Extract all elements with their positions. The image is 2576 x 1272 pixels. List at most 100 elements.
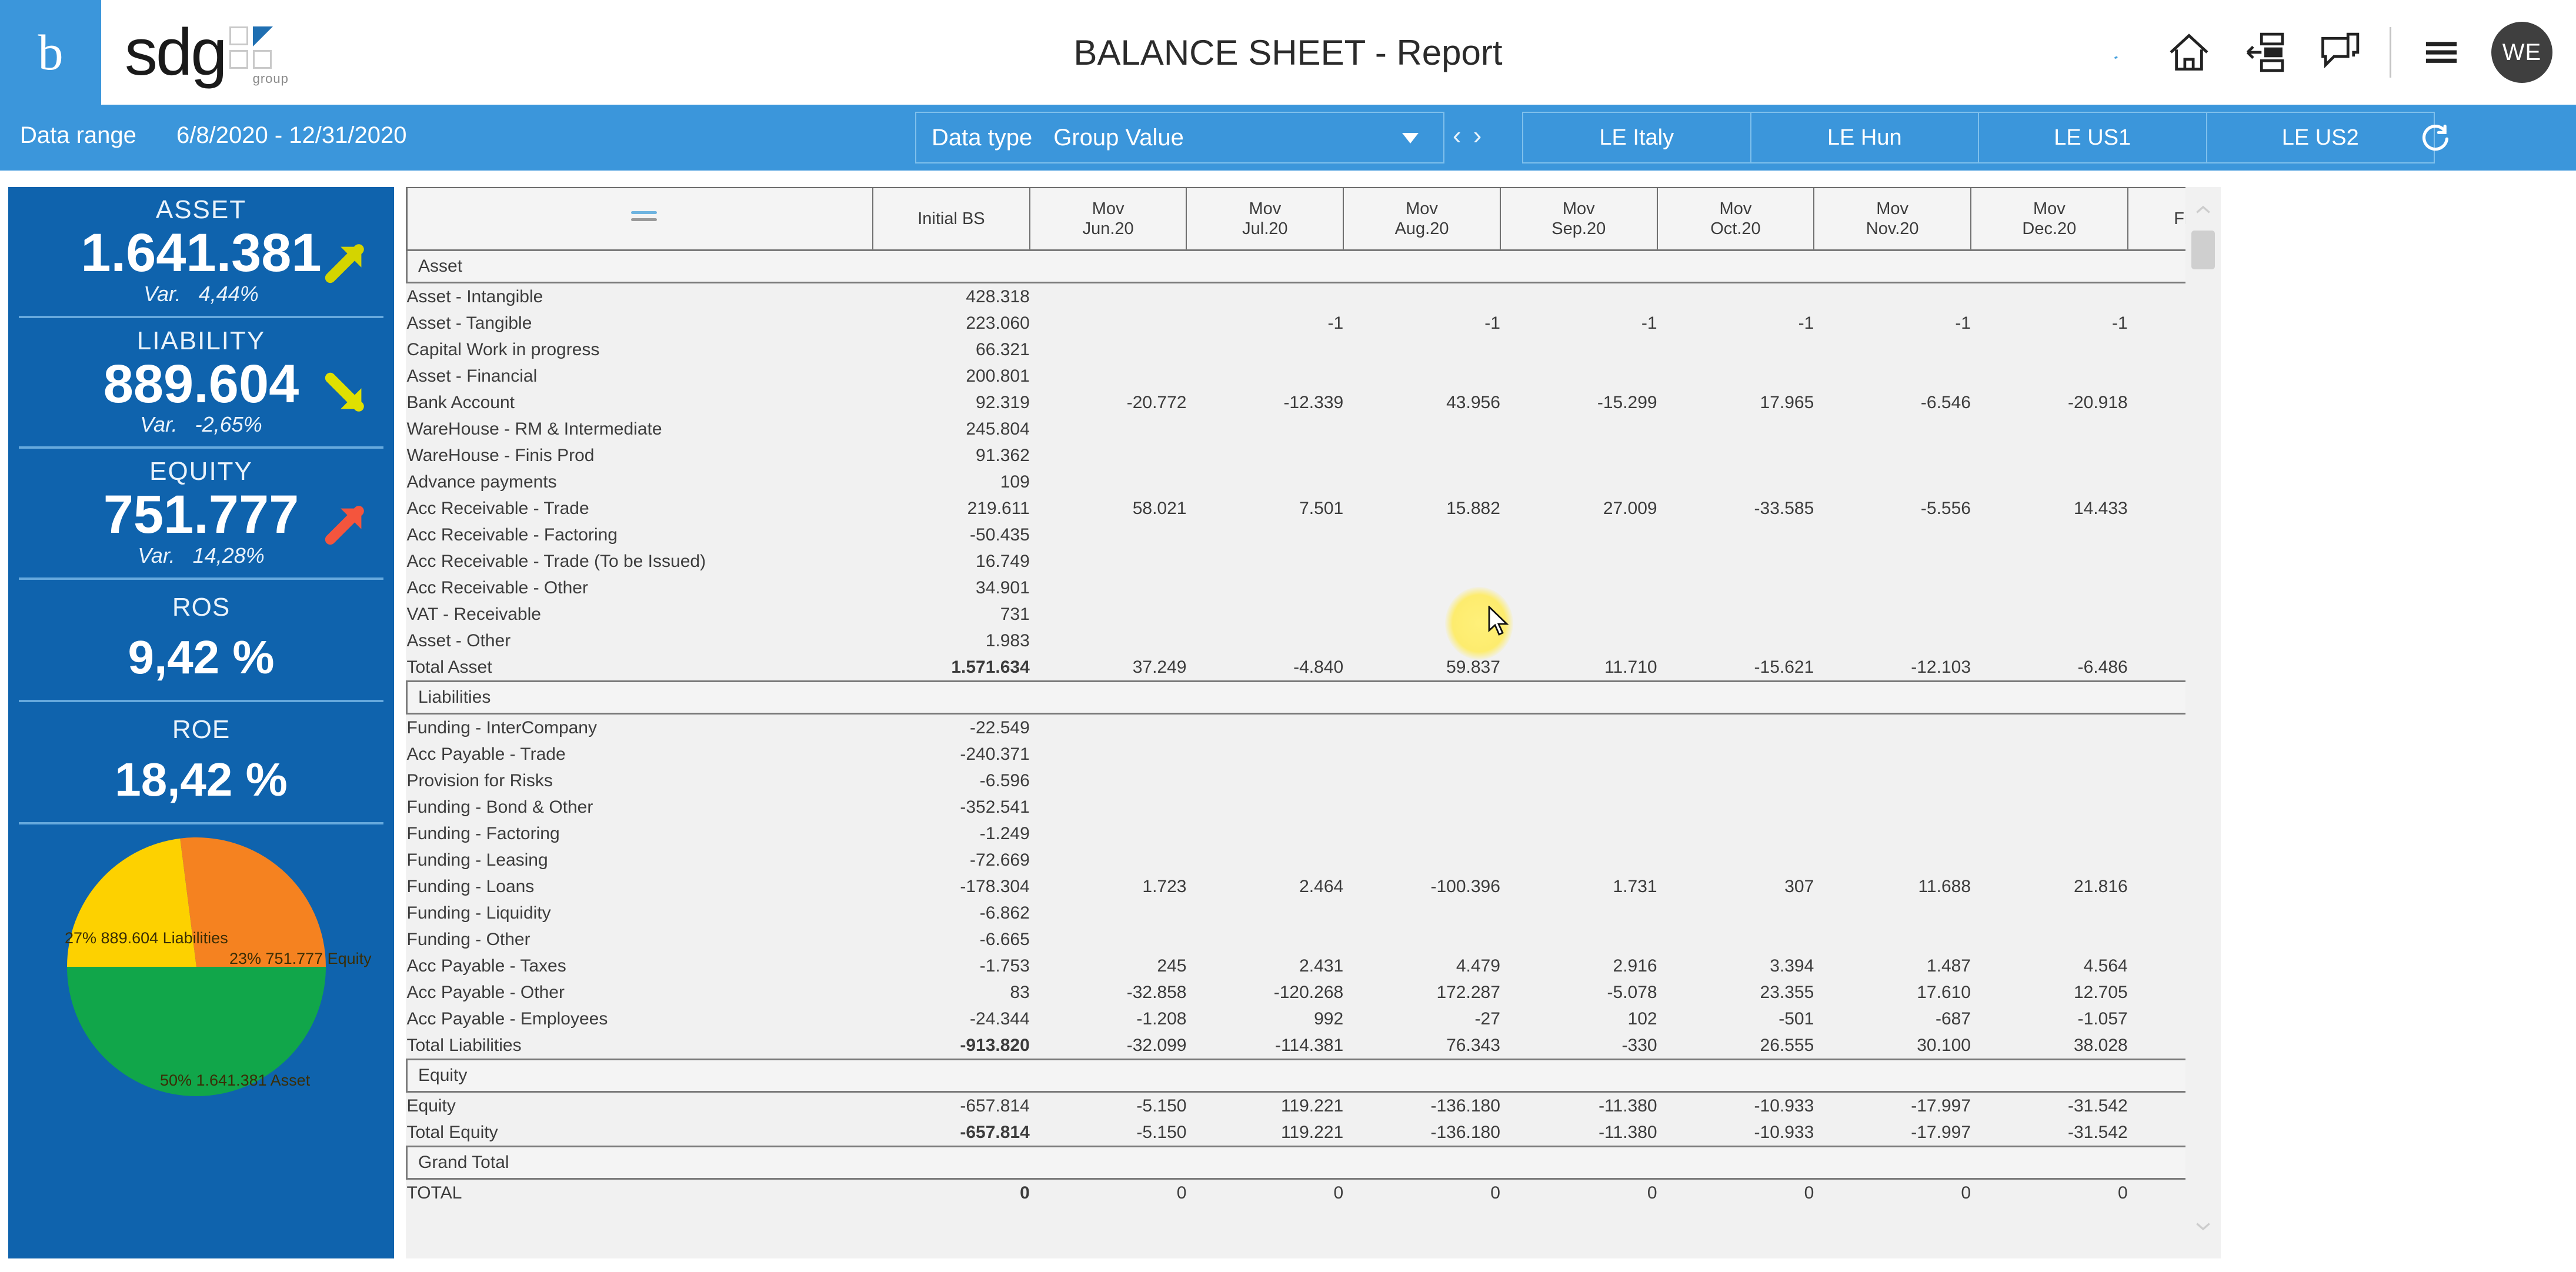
row-label: Funding - Liquidity — [406, 900, 873, 926]
data-range-value[interactable]: 6/8/2020 - 12/31/2020 — [176, 122, 406, 149]
column-header-mov-aug[interactable]: Mov Aug.20 — [1343, 187, 1501, 251]
total-cell: 1.571.634 — [873, 654, 1030, 682]
table-menu-button[interactable] — [406, 187, 874, 251]
kpi-card-roe[interactable]: ROE 18,42 % — [8, 702, 394, 822]
group-header-row[interactable]: Equity — [406, 1059, 2285, 1093]
table-row[interactable]: Equity -657.814 -5.150 119.221 -136.180 -11.3… — [406, 1091, 2285, 1119]
table-row[interactable]: Acc Receivable - Other34.90134.901 — [406, 575, 2285, 601]
group-header-row[interactable]: Liabilities — [406, 680, 2285, 715]
table-row[interactable]: Capital Work in progress66.32166.321 — [406, 336, 2285, 363]
le-button-us2[interactable]: LE US2 — [2207, 113, 2434, 162]
table-row[interactable]: Acc Receivable - Trade 219.611 58.021 7.501… — [406, 495, 2285, 522]
le-button-hun[interactable]: LE Hun — [1751, 113, 1979, 162]
table-row[interactable]: VAT - Receivable731731 — [406, 601, 2285, 627]
total-cell: -136.180 — [1343, 1119, 1500, 1147]
total-row[interactable]: Total Equity -657.814 -5.150 119.221 -136.18… — [406, 1119, 2285, 1147]
comment-icon[interactable] — [2314, 27, 2365, 78]
col-line1: Mov — [1092, 199, 1125, 218]
row-cell: 66.321 — [873, 336, 1030, 363]
row-cell — [1343, 363, 1500, 389]
table-row[interactable]: Acc Receivable - Trade (To be Issued) 16.… — [406, 548, 2285, 575]
row-cell — [1343, 469, 1500, 495]
brand-home-tab[interactable]: b — [0, 0, 101, 105]
row-cell — [1343, 820, 1500, 847]
vertical-scrollbar[interactable] — [2185, 187, 2221, 1258]
table-row[interactable]: WareHouse - RM & Intermediate245.804245.… — [406, 416, 2285, 442]
table-row[interactable]: Asset - Tangible223.060-1-1-1-1-1-1223.0… — [406, 310, 2285, 336]
table-row[interactable]: Acc Receivable - Factoring-50.435-50.435 — [406, 522, 2285, 548]
row-cell: 109 — [873, 469, 1030, 495]
balance-pie-chart[interactable]: 27% 889.604 Liabilities 23% 751.777 Equi… — [8, 824, 394, 1101]
column-header-mov-dec[interactable]: Mov Dec.20 — [1970, 187, 2128, 251]
group-header-row[interactable]: Asset — [406, 249, 2285, 283]
table-row[interactable]: Funding - Other-6.665-6.665 — [406, 926, 2285, 953]
column-header-mov-oct[interactable]: Mov Oct.20 — [1656, 187, 1815, 251]
table-row[interactable]: Funding - InterCompany-22.549-22.549 — [406, 713, 2285, 741]
total-cell: 38.028 — [1971, 1032, 2128, 1060]
row-cell: -5.556 — [1814, 495, 1971, 522]
table-row[interactable]: Funding - Bond & Other-352.541-352.541 — [406, 794, 2285, 820]
table-row[interactable]: Asset - Intangible428.318428.318 — [406, 282, 2285, 310]
prev-arrow-icon[interactable]: ‹ — [1453, 121, 1461, 151]
row-cell — [1500, 794, 1657, 820]
row-cell: -24.344 — [873, 1006, 1030, 1032]
row-cell — [1657, 548, 1814, 575]
row-cell — [1500, 713, 1657, 741]
row-cell — [1029, 363, 1187, 389]
total-row[interactable]: Total Liabilities -913.820 -32.099 -114.381… — [406, 1032, 2285, 1060]
column-header-mov-jul[interactable]: Mov Jul.20 — [1186, 187, 1344, 251]
table-row[interactable]: Asset - Other1.9831.983 — [406, 627, 2285, 654]
table-row[interactable]: Funding - Loans -178.304 1.723 2.464 -100.39… — [406, 873, 2285, 900]
table-row[interactable]: WareHouse - Finis Prod91.36291.362 — [406, 442, 2285, 469]
menu-icon[interactable] — [2416, 27, 2467, 78]
refresh-icon[interactable] — [2418, 112, 2454, 163]
table-row[interactable]: Funding - Leasing-72.669-72.669 — [406, 847, 2285, 873]
le-button-us1[interactable]: LE US1 — [1979, 113, 2207, 162]
table-row[interactable]: Bank Account 92.319 -20.772 -12.339 43.956 -1… — [406, 389, 2285, 416]
scrollbar-thumb[interactable] — [2191, 231, 2215, 269]
table-row[interactable]: Provision for Risks-6.596-6.596 — [406, 767, 2285, 794]
total-cell: -10.933 — [1657, 1119, 1814, 1147]
row-cell — [1814, 363, 1971, 389]
table-row[interactable]: Acc Payable - Employees -24.344 -1.208 992-… — [406, 1006, 2285, 1032]
table-row[interactable]: Acc Payable - Trade-240.371-240.371 — [406, 741, 2285, 767]
kpi-card-equity[interactable]: EQUITY 751.777 Var. 14,28% — [8, 449, 394, 577]
total-row[interactable]: TOTAL000000000 — [406, 1178, 2285, 1206]
table-row[interactable]: Funding - Factoring-1.249-1.249 — [406, 820, 2285, 847]
column-header-mov-jun[interactable]: Mov Jun.20 — [1029, 187, 1187, 251]
row-cell — [1029, 336, 1187, 363]
avatar[interactable]: WE — [2491, 22, 2552, 83]
kpi-card-liability[interactable]: LIABILITY 889.604 Var. -2,65% — [8, 318, 394, 447]
le-button-italy[interactable]: LE Italy — [1523, 113, 1751, 162]
data-type-label: Data type — [932, 124, 1033, 151]
column-header-initial-bs[interactable]: Initial BS — [872, 187, 1030, 251]
column-header-mov-sep[interactable]: Mov Sep.20 — [1499, 187, 1658, 251]
table-row[interactable]: Asset - Financial200.801200.801 — [406, 363, 2285, 389]
layout-icon[interactable] — [2239, 27, 2290, 78]
row-cell: 11.688 — [1814, 873, 1971, 900]
col-line2: Initial BS — [917, 209, 985, 228]
pie-label-liabilities: 27% 889.604 Liabilities — [65, 929, 228, 947]
row-label: Acc Payable - Taxes — [406, 953, 873, 979]
table-row[interactable]: Acc Payable - Other 83 -32.858 -120.268 172.… — [406, 979, 2285, 1006]
row-cell — [1186, 336, 1344, 363]
group-header-row[interactable]: Grand Total — [406, 1146, 2285, 1180]
total-row[interactable]: Total Asset 1.571.634 37.249 -4.840 59.837 11… — [406, 654, 2285, 682]
row-cell: -120.268 — [1186, 979, 1344, 1006]
home-icon[interactable] — [2164, 27, 2214, 78]
scroll-down-arrow-icon[interactable] — [2195, 1222, 2211, 1231]
table-row[interactable]: Advance payments109109 — [406, 469, 2285, 495]
kpi-card-asset[interactable]: ASSET 1.641.381 Var. 4,44% — [8, 187, 394, 316]
scroll-up-arrow-icon[interactable] — [2195, 205, 2211, 214]
total-cell: 11.710 — [1500, 654, 1657, 682]
table-row[interactable]: Acc Payable - Taxes -1.753 245 2.431 4.479 2.… — [406, 953, 2285, 979]
table-row[interactable]: Funding - Liquidity-6.862-6.862 — [406, 900, 2285, 926]
row-cell: -1 — [1500, 310, 1657, 336]
kpi-card-ros[interactable]: ROS 9,42 % — [8, 580, 394, 700]
row-cell — [1814, 522, 1971, 548]
row-cell — [1186, 548, 1344, 575]
next-arrow-icon[interactable]: › — [1473, 121, 1482, 151]
data-type-select[interactable]: Data type Group Value — [915, 112, 1444, 163]
column-header-mov-nov[interactable]: Mov Nov.20 — [1813, 187, 1971, 251]
row-label: Acc Payable - Trade — [406, 741, 873, 767]
